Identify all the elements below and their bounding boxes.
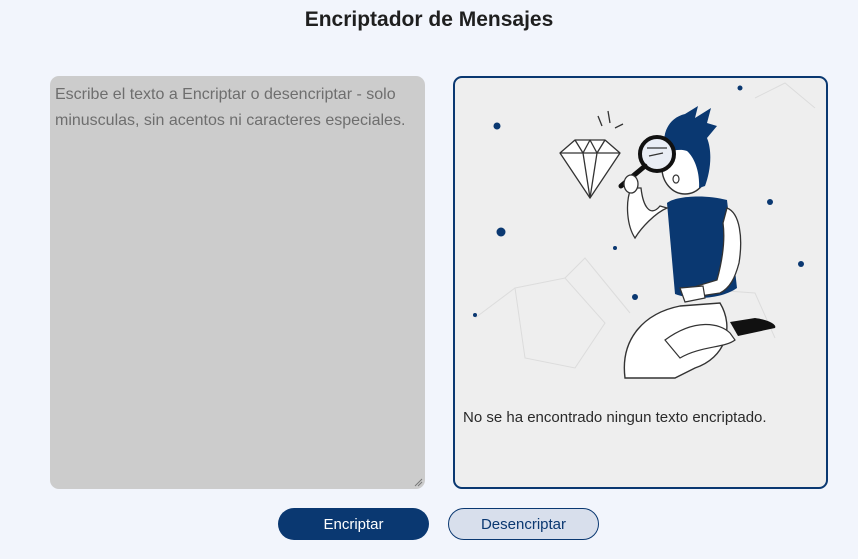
output-panel: No se ha encontrado ningun texto encript… bbox=[453, 76, 828, 489]
message-input[interactable] bbox=[50, 76, 425, 489]
input-panel bbox=[50, 76, 425, 489]
page: Encriptador de Mensajes Escribe el texto… bbox=[0, 0, 858, 559]
person-with-magnifying-glass-icon bbox=[473, 82, 816, 379]
output-message: No se ha encontrado ningun texto encript… bbox=[463, 409, 767, 426]
decrypt-button[interactable]: Desencriptar bbox=[448, 508, 599, 540]
encrypt-button[interactable]: Encriptar bbox=[278, 508, 429, 540]
resize-handle-icon[interactable] bbox=[414, 478, 423, 487]
page-title: Encriptador de Mensajes bbox=[304, 8, 554, 31]
